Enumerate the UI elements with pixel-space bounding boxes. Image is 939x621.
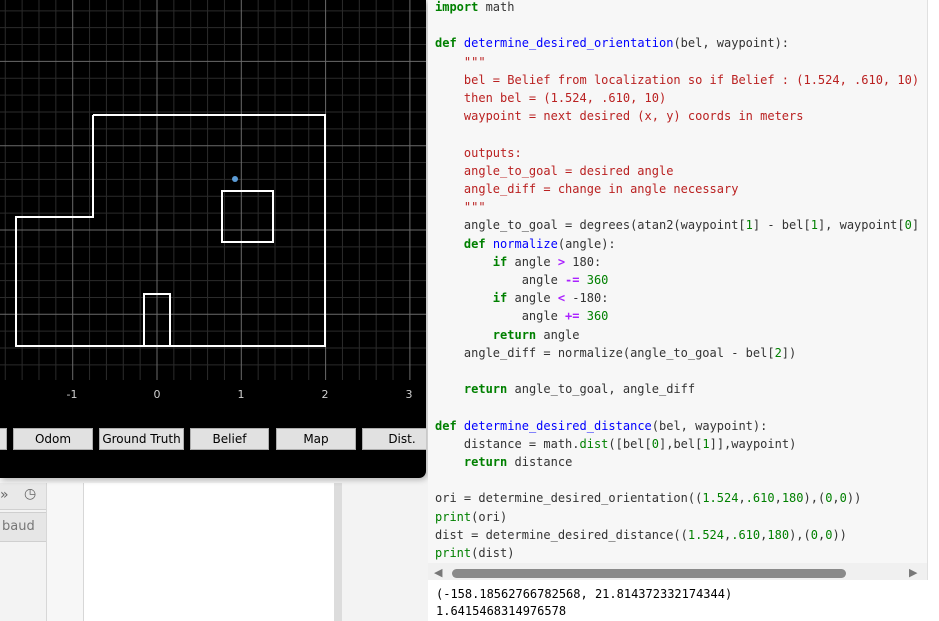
x-tick-label: -1 <box>67 388 78 401</box>
x-axis-tick-labels: -1 0 1 2 3 <box>67 388 413 401</box>
output-line: (-158.18562766782568, 21.814372332174344… <box>436 587 733 601</box>
output-line: 1.6415468314976578 <box>436 604 567 618</box>
partial-button[interactable] <box>0 428 7 450</box>
code-editor[interactable]: import math def determine_desired_orient… <box>435 0 927 562</box>
ground-truth-button[interactable]: Ground Truth <box>99 428 184 450</box>
code-cell[interactable]: import math def determine_desired_orient… <box>428 0 928 580</box>
belief-button[interactable]: Belief <box>190 428 269 450</box>
scrollbar-thumb[interactable] <box>452 569 846 578</box>
x-tick-label: 1 <box>238 388 245 401</box>
scroll-right-icon[interactable]: ▶ <box>909 566 917 579</box>
background-toolbar: » ◷ <box>0 483 46 510</box>
minor-grid <box>0 0 426 380</box>
scroll-left-icon[interactable]: ◀ <box>434 566 442 579</box>
baud-field[interactable]: baud <box>0 512 47 542</box>
background-scrollbar[interactable] <box>334 483 342 621</box>
plotter-window: -1 0 1 2 3 Odom Ground Truth Belief Map … <box>0 0 426 478</box>
x-tick-label: 0 <box>154 388 161 401</box>
background-panel <box>84 483 340 621</box>
odom-button[interactable]: Odom <box>13 428 93 450</box>
major-grid <box>0 0 426 380</box>
baud-field-text: baud <box>2 519 35 534</box>
x-tick-label: 2 <box>322 388 329 401</box>
horizontal-scrollbar[interactable]: ◀ ▶ <box>428 563 927 580</box>
background-sidebar <box>46 483 84 621</box>
cell-output: (-158.18562766782568, 21.814372332174344… <box>436 586 732 620</box>
map-obstacle-box <box>221 190 274 243</box>
notebook: import math def determine_desired_orient… <box>428 0 939 621</box>
clock-icon[interactable]: ◷ <box>24 486 36 502</box>
map-plot[interactable]: -1 0 1 2 3 <box>0 0 426 478</box>
double-chevron-down-icon[interactable]: » <box>0 487 9 503</box>
map-button[interactable]: Map <box>276 428 356 450</box>
x-tick-label: 3 <box>406 388 413 401</box>
robot-belief-marker <box>232 176 238 182</box>
dist-button[interactable]: Dist. <box>362 428 426 450</box>
